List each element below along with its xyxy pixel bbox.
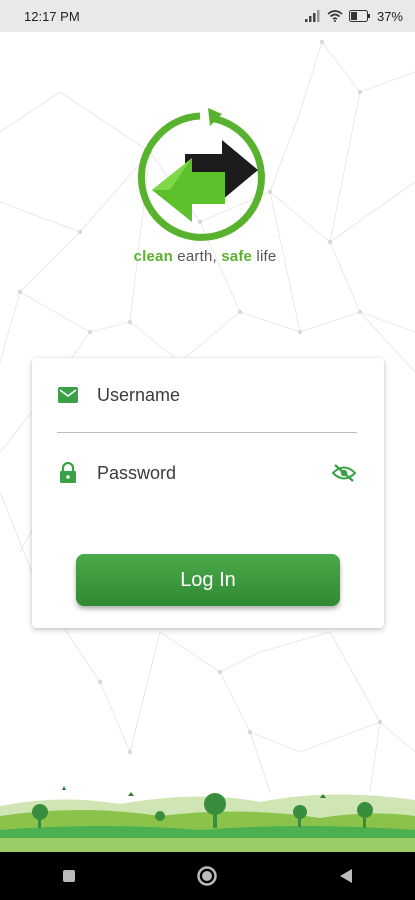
lock-icon bbox=[57, 462, 79, 484]
login-button[interactable]: Log In bbox=[76, 554, 340, 606]
wifi-icon bbox=[327, 10, 343, 22]
status-icons: 37% bbox=[304, 8, 403, 24]
landscape-illustration bbox=[0, 786, 415, 852]
signal-icon bbox=[304, 10, 320, 22]
username-field-row bbox=[57, 370, 357, 420]
tagline-safe: safe bbox=[221, 248, 253, 265]
username-input[interactable] bbox=[97, 384, 357, 406]
recycle-arrows-logo-icon bbox=[137, 108, 265, 241]
system-nav-bar bbox=[0, 852, 415, 900]
login-card: Log In bbox=[32, 358, 384, 628]
username-underline bbox=[57, 432, 357, 433]
eye-toggle-icon[interactable] bbox=[331, 462, 357, 484]
mail-icon bbox=[57, 384, 79, 406]
recents-icon[interactable] bbox=[49, 856, 89, 896]
status-time: 12:17 PM bbox=[24, 8, 80, 24]
logo-tagline: clean earth, safe life bbox=[130, 248, 280, 265]
home-icon[interactable] bbox=[187, 856, 227, 896]
tagline-life: life bbox=[252, 248, 277, 265]
battery-percent: 37% bbox=[376, 8, 403, 24]
password-field-row bbox=[57, 448, 357, 498]
back-icon[interactable] bbox=[326, 856, 366, 896]
tagline-earth: earth, bbox=[172, 248, 222, 265]
tagline-clean: clean bbox=[133, 248, 173, 265]
app-logo: clean earth, safe life bbox=[130, 104, 280, 274]
battery-icon bbox=[348, 10, 370, 22]
status-bar: 12:17 PM 37% bbox=[0, 0, 415, 32]
password-input[interactable] bbox=[97, 462, 331, 484]
